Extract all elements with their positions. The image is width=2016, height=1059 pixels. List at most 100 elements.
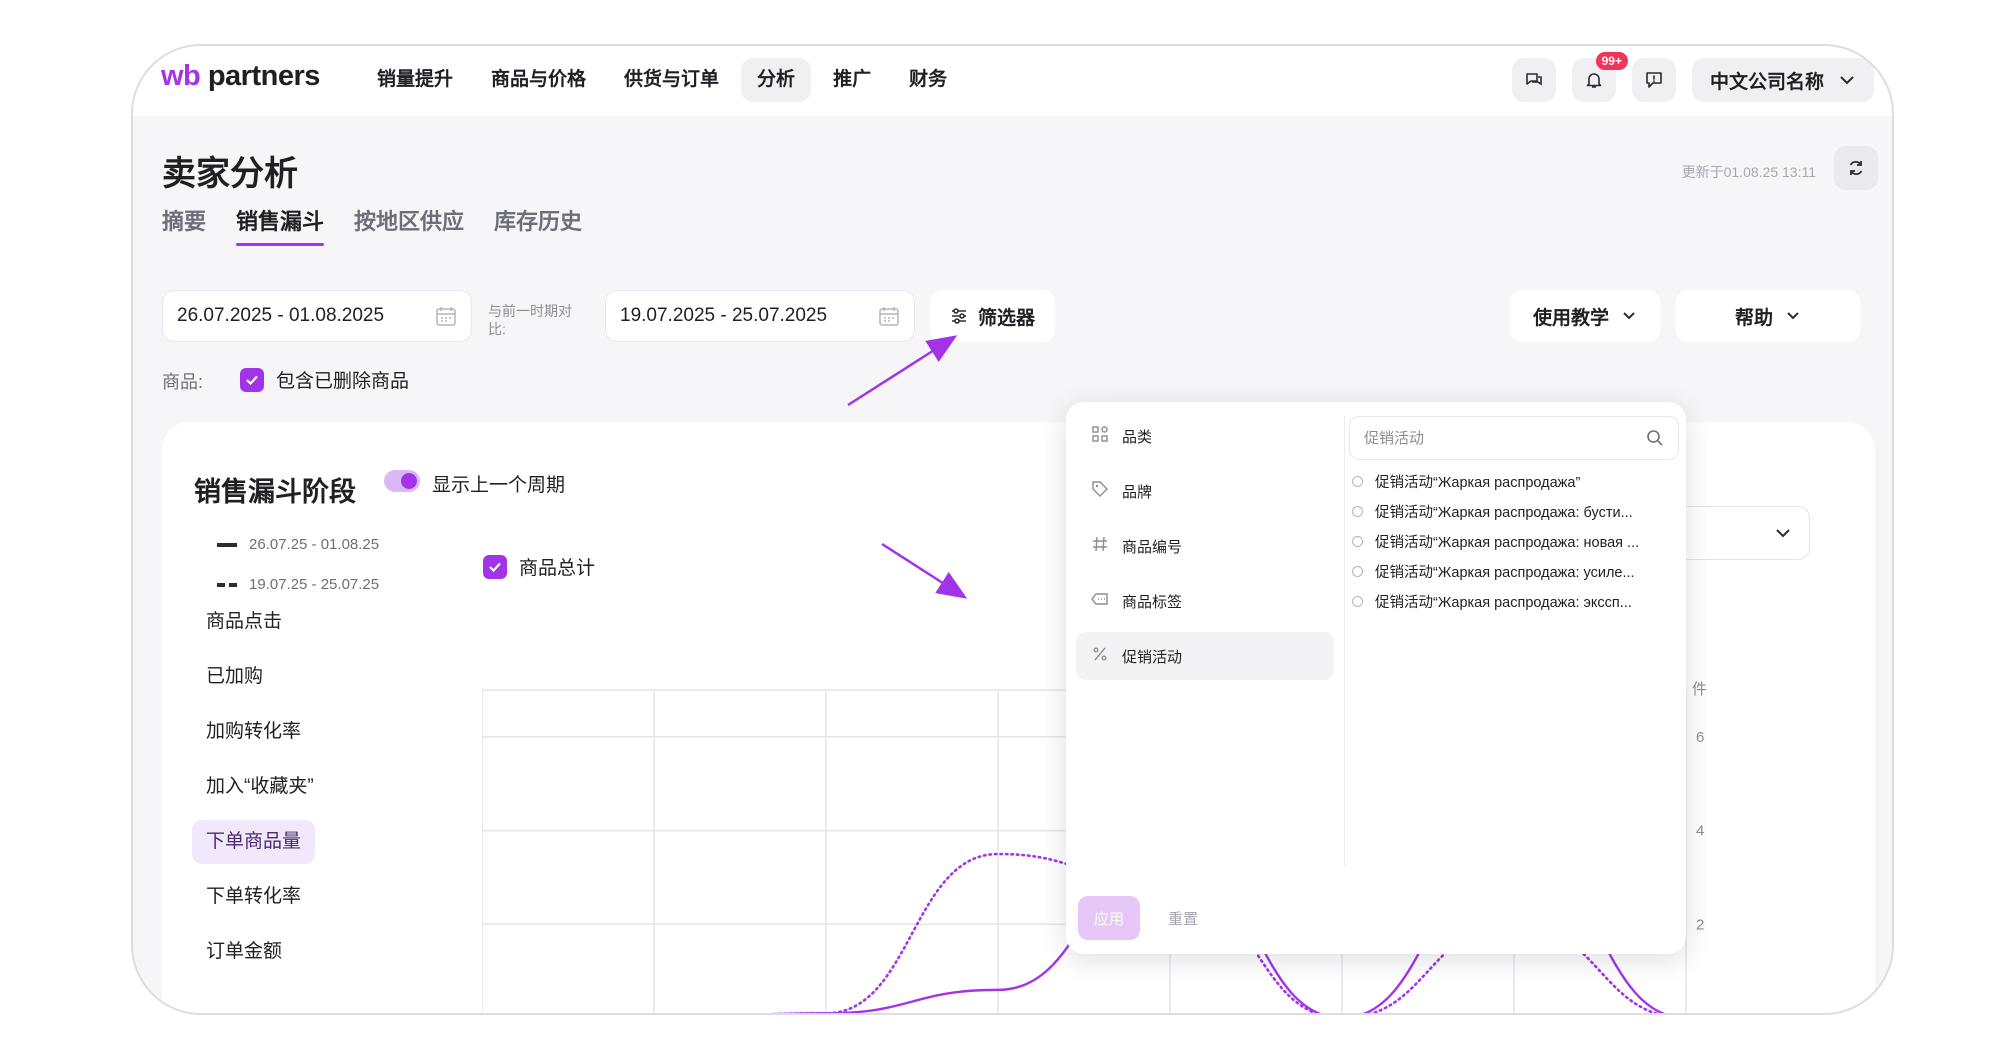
funnel-metric-item[interactable]: 已加购 [192,655,277,699]
compare-label: 与前一时期对比: [488,303,572,337]
percent-icon [1090,645,1110,668]
filter-category-label: 品牌 [1122,483,1153,501]
funnel-metrics-list: 商品点击已加购加购转化率加入“收藏夹” 下单商品量下单转化率订单金额 [192,600,328,985]
promotion-label: 促销活动“Жаркая распродажа: усиле... [1375,564,1635,581]
funnel-metric-item[interactable]: 加入“收藏夹” [192,765,328,809]
y-tick-label: 6 [1696,729,1704,746]
promotion-option[interactable]: 促销活动“Жаркая распродажа: эксcп... [1352,586,1678,616]
include-deleted-label: 包含已删除商品 [276,371,410,392]
main-nav: 销量提升 商品与价格 供货与订单 分析 推广 财务 [361,58,963,102]
funnel-metric-item[interactable]: 下单转化率 [192,875,315,919]
refresh-icon [1849,161,1863,175]
support-message-icon [1646,72,1662,88]
funnel-metric-item[interactable]: 商品点击 [192,600,296,644]
y-tick-label: 0 [1696,1010,1704,1015]
filter-category-label: 商品标签 [1122,593,1183,611]
chevron-down-icon [1787,312,1799,320]
total-goods-label: 商品总计 [519,558,596,579]
notification-badge: 99+ [1595,52,1628,70]
promotion-label: 促销活动“Жаркая распродажа: эксcп... [1375,594,1632,611]
promotion-label: 促销活动“Жаркая распродажа: новая ... [1375,534,1640,551]
funnel-metric-item[interactable]: 下单商品量 [192,820,316,864]
nav-item-0[interactable]: 销量提升 [361,58,469,102]
promotion-option[interactable]: 促销活动“Жаркая распродажа: усиле... [1352,556,1678,586]
reset-button[interactable]: 重置 [1152,896,1214,940]
y-unit-label: 件 [1692,681,1707,698]
company-name: 中文公司名称 [1709,71,1824,93]
filters-button-label: 筛选器 [978,307,1036,329]
y-tick-label: 4 [1696,823,1704,840]
filters-button[interactable]: 筛选器 [930,290,1056,342]
chevron-down-icon [1776,529,1790,538]
page-title: 卖家分析 [162,155,298,193]
nav-item-4[interactable]: 推广 [817,58,887,102]
calendar-icon [436,307,456,326]
promo-search-field[interactable] [1349,416,1679,460]
show-previous-toggle[interactable] [384,470,420,492]
promotion-label: 促销活动“Жаркая распродажа” [1375,474,1581,491]
tab-1[interactable]: 销售漏斗 [236,204,325,246]
analytics-tabs: 摘要 销售漏斗 按地区供应 库存历史 [162,204,582,246]
nav-item-3[interactable]: 分析 [741,58,812,102]
search-icon [1647,430,1663,446]
wb-partners-logo[interactable]: wb partners [161,60,320,93]
chat-button[interactable] [1511,58,1556,102]
total-goods-checkbox[interactable]: 商品总计 [483,553,595,580]
checkbox-checked-icon [483,554,507,579]
promotion-option[interactable]: 促销活动“Жаркая распродажа: бусти... [1352,496,1678,526]
compare-period-value: 19.07.2025 - 25.07.2025 [620,305,828,326]
promotion-option[interactable]: 促销活动“Жаркая распродажа: новая ... [1352,526,1678,556]
chat-icon [1526,73,1542,86]
tab-3[interactable]: 库存历史 [494,204,582,246]
filter-category-item[interactable]: 品类 [1076,412,1334,460]
help-dropdown[interactable]: 帮助 [1676,290,1860,342]
nav-item-2[interactable]: 供货与订单 [608,58,735,102]
tutorial-dropdown[interactable]: 使用教学 [1510,290,1660,342]
chevron-down-icon [1840,76,1854,85]
nav-item-1[interactable]: 商品与价格 [475,58,602,102]
show-previous-label: 显示上一个周期 [432,475,566,496]
filter-category-list: 品类品牌商品编号商品标签促销活动 [1076,412,1334,687]
promotions-list: 促销活动“Жаркая распродажа” 促销活动“Жаркая распр… [1352,466,1678,616]
tab-0[interactable]: 摘要 [162,204,206,246]
tag-icon [1090,480,1110,503]
funnel-metric-item[interactable]: 订单金额 [192,930,296,974]
checkbox-checked-icon [240,367,264,392]
calendar-icon [879,307,899,326]
filter-category-item[interactable]: 品牌 [1076,467,1334,515]
radio-unselected-icon [1352,595,1363,607]
bell-icon [1586,73,1602,88]
support-button[interactable] [1631,58,1676,102]
y-tick-label: 2 [1696,916,1704,933]
company-selector[interactable]: 中文公司名称 [1691,58,1874,102]
filter-category-item[interactable]: 商品编号 [1076,522,1334,570]
apply-button[interactable]: 应用 [1078,896,1140,940]
include-deleted-checkbox[interactable]: 包含已删除商品 [240,366,409,393]
sliders-icon [952,308,966,324]
app-window: wb partners 销量提升 商品与价格 供货与订单 分析 推广 财务 99+ 中文公… [131,44,1894,1015]
filter-category-item[interactable]: 商品标签 [1076,577,1334,625]
filter-category-label: 商品编号 [1122,538,1183,556]
funnel-title: 销售漏斗阶段 [194,477,356,507]
refresh-button[interactable] [1834,146,1878,190]
tab-2[interactable]: 按地区供应 [354,204,464,246]
promo-search-input[interactable] [1364,429,1624,447]
promotion-label: 促销活动“Жаркая распродажа: бусти... [1375,504,1633,521]
radio-unselected-icon [1352,565,1363,577]
funnel-metric-item[interactable]: 加购转化率 [192,710,315,754]
compare-date-picker[interactable]: 19.07.2025 - 25.07.2025 [605,290,915,342]
goods-label: 商品: [162,372,204,392]
filter-category-label: 促销活动 [1122,648,1183,666]
legend-current-label: 26.07.25 - 01.08.25 [249,536,380,553]
solid-line-icon [217,542,237,547]
filter-category-label: 品类 [1122,428,1153,446]
filter-popover: 品类品牌商品编号商品标签促销活动 促销活动“Жаркая распродажа”… [1066,402,1686,954]
header-actions: 99+ 中文公司名称 [1511,52,1874,102]
filter-category-item[interactable]: 促销活动 [1076,632,1334,680]
hash-icon [1090,535,1110,558]
nav-item-5[interactable]: 财务 [893,58,963,102]
radio-unselected-icon [1352,505,1363,517]
notifications-button[interactable]: 99+ [1571,52,1628,102]
period-date-picker[interactable]: 26.07.2025 - 01.08.2025 [162,290,472,342]
promotion-option[interactable]: 促销活动“Жаркая распродажа” [1352,466,1678,496]
